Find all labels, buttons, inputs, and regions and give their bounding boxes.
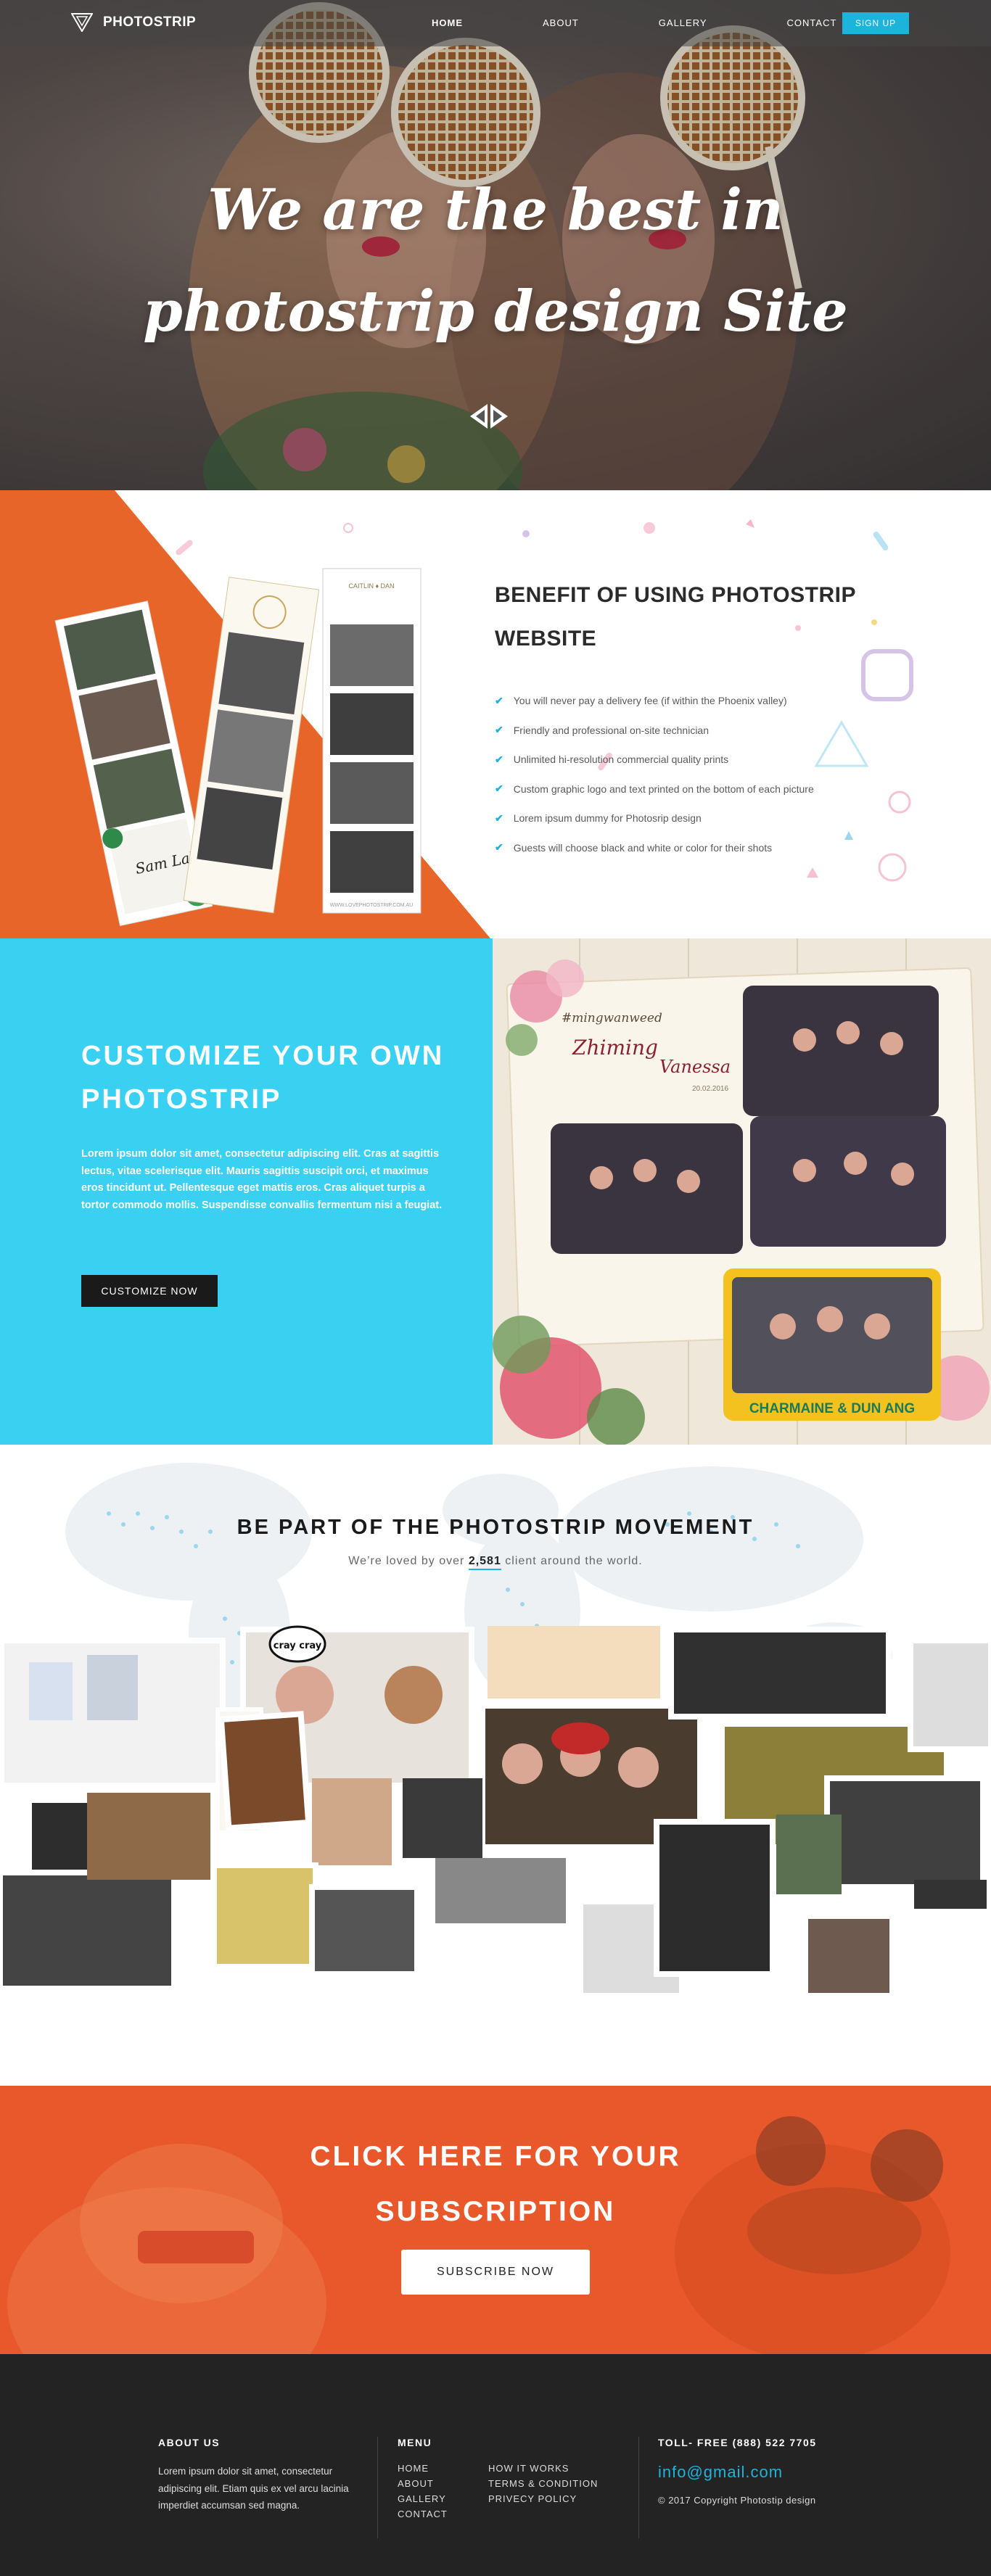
subscribe-title-line1: CLICK HERE FOR YOUR <box>310 2141 681 2172</box>
footer-link-gallery[interactable]: GALLERY <box>398 2493 488 2504</box>
footer-email-link[interactable]: info@gmail.com <box>658 2463 817 2482</box>
subtitle-suffix: client around the world. <box>501 1555 643 1567</box>
brand-name: PHOTOSTRIP <box>103 15 197 30</box>
site-footer: ABOUT US Lorem ipsum dolor sit amet, con… <box>0 2354 991 2576</box>
check-icon: ✔ <box>495 841 503 854</box>
card-date: 20.02.2016 <box>692 1085 728 1093</box>
movement-background-art: cray cray <box>0 1463 991 1999</box>
speech-bubble: cray cray <box>274 1640 322 1651</box>
footer-link-about[interactable]: ABOUT <box>398 2478 488 2489</box>
hero-title-line1: We are the best in <box>207 177 784 243</box>
customize-description: Lorem ipsum dolor sit amet, consectetur … <box>81 1148 443 1211</box>
subscribe-now-button[interactable]: SUBSCRIBE NOW <box>401 2250 590 2295</box>
movement-subtitle: We’re loved by over 2,581 client around … <box>0 1555 991 1570</box>
hero-slider-arrows-icon[interactable] <box>469 402 509 430</box>
list-item: ✔ Friendly and professional on-site techn… <box>495 716 814 746</box>
footer-about-text: Lorem ipsum dolor sit amet, consectetur … <box>158 2466 349 2511</box>
footer-about: ABOUT US Lorem ipsum dolor sit amet, con… <box>158 2437 354 2514</box>
customize-section: CUSTOMIZE YOUR OWN PHOTOSTRIP Lorem ipsu… <box>0 938 991 1445</box>
top-navbar: PHOTOSTRIP HOME ABOUT GALLERY CONTACT SI… <box>0 0 991 46</box>
footer-link-home[interactable]: HOME <box>398 2463 488 2474</box>
check-icon: ✔ <box>495 753 503 765</box>
photo-caption: CHARMAINE & DUN ANG <box>749 1401 915 1416</box>
hero-title-line2: photostrip design Site <box>143 278 848 344</box>
nav-about-link[interactable]: ABOUT <box>543 17 579 28</box>
hero-title: We are the best in photostrip design Sit… <box>0 160 991 363</box>
logo-triangle-icon <box>71 13 93 32</box>
subscribe-section: CLICK HERE FOR YOUR SUBSCRIPTION SUBSCRI… <box>0 2086 991 2354</box>
footer-about-heading: ABOUT US <box>158 2437 221 2448</box>
benefit-text: Lorem ipsum dummy for Photosrip design <box>513 812 702 825</box>
movement-section: cray cray BE PART OF THE PHOTOSTRIP MOVE… <box>0 1445 991 2086</box>
list-item: ✔ Custom graphic logo and text printed on… <box>495 775 814 804</box>
benefit-text: Guests will choose black and white or co… <box>513 841 773 854</box>
benefits-list: ✔ You will never pay a delivery fee (if w… <box>495 686 814 862</box>
sign-up-button[interactable]: SIGN UP <box>842 12 909 34</box>
benefits-section: Sam Lahm CAITLIN ♦ DAN WWW.LOVEPHOTOSTRI… <box>0 490 991 938</box>
list-item: ✔ Guests will choose black and white or c… <box>495 833 814 863</box>
footer-divider <box>377 2437 378 2538</box>
footer-link-terms[interactable]: TERMS & CONDITION <box>488 2478 604 2489</box>
list-item: ✔ You will never pay a delivery fee (if w… <box>495 686 814 716</box>
card-name-1: Zhiming <box>572 1036 658 1060</box>
check-icon: ✔ <box>495 724 503 736</box>
footer-link-contact[interactable]: CONTACT <box>398 2509 488 2519</box>
strip-footer: WWW.LOVEPHOTOSTRIP.COM.AU <box>330 903 413 908</box>
customize-title: CUSTOMIZE YOUR OWN PHOTOSTRIP <box>81 1041 445 1115</box>
footer-copyright: © 2017 Copyright Photostip design <box>658 2495 816 2506</box>
nav-contact-link[interactable]: CONTACT <box>787 17 837 28</box>
benefits-title: BENEFIT OF USING PHOTOSTRIP WEBSITE <box>495 583 856 651</box>
benefit-text: Friendly and professional on-site techni… <box>513 724 709 736</box>
nav-gallery-link[interactable]: GALLERY <box>659 17 707 28</box>
footer-phone: TOLL- FREE (888) 522 7705 <box>658 2437 817 2448</box>
movement-title: BE PART OF THE PHOTOSTRIP MOVEMENT <box>237 1516 754 1539</box>
custom-photostrip-image: #mingwanweed Zhiming Vanessa 20.02.2016 … <box>493 938 991 1445</box>
subscribe-title-line2: SUBSCRIPTION <box>375 2196 616 2227</box>
footer-contact: TOLL- FREE (888) 522 7705 info@gmail.com… <box>658 2437 817 2506</box>
footer-divider <box>638 2437 639 2538</box>
benefit-text: You will never pay a delivery fee (if wi… <box>513 695 787 707</box>
customize-photo: #mingwanweed Zhiming Vanessa 20.02.2016 … <box>493 938 991 1445</box>
footer-link-privacy[interactable]: PRIVECY POLICY <box>488 2493 604 2504</box>
customize-panel: CUSTOMIZE YOUR OWN PHOTOSTRIP Lorem ipsu… <box>0 938 493 1445</box>
benefit-text: Custom graphic logo and text printed on … <box>513 783 814 795</box>
strip-header: CAITLIN ♦ DAN <box>348 582 394 590</box>
photo-collage: cray cray <box>0 1625 991 1999</box>
footer-menu: MENU HOME HOW IT WORKS ABOUT TERMS & CON… <box>398 2437 604 2519</box>
benefit-text: Unlimited hi-resolution commercial quali… <box>513 754 729 766</box>
list-item: ✔ Unlimited hi-resolution commercial qual… <box>495 745 814 775</box>
client-count: 2,581 <box>468 1555 501 1570</box>
subscribe-title: CLICK HERE FOR YOUR SUBSCRIPTION <box>0 2129 991 2239</box>
check-icon: ✔ <box>495 783 503 795</box>
customize-now-button[interactable]: CUSTOMIZE NOW <box>81 1275 218 1307</box>
card-hashtag: #mingwanweed <box>562 1011 662 1025</box>
brand-logo[interactable]: PHOTOSTRIP <box>71 13 196 32</box>
check-icon: ✔ <box>495 812 503 824</box>
subtitle-prefix: We’re loved by over <box>348 1555 469 1567</box>
list-item: ✔ Lorem ipsum dummy for Photosrip design <box>495 804 814 833</box>
hero-section: We are the best in photostrip design Sit… <box>0 0 991 490</box>
check-icon: ✔ <box>495 694 503 706</box>
nav-home-link[interactable]: HOME <box>432 17 463 28</box>
photostrip-sample-3: CAITLIN ♦ DAN WWW.LOVEPHOTOSTRIP.COM.AU <box>322 568 422 914</box>
footer-menu-heading: MENU <box>398 2437 432 2448</box>
footer-link-how-it-works[interactable]: HOW IT WORKS <box>488 2463 604 2474</box>
card-name-2: Vanessa <box>659 1057 731 1077</box>
